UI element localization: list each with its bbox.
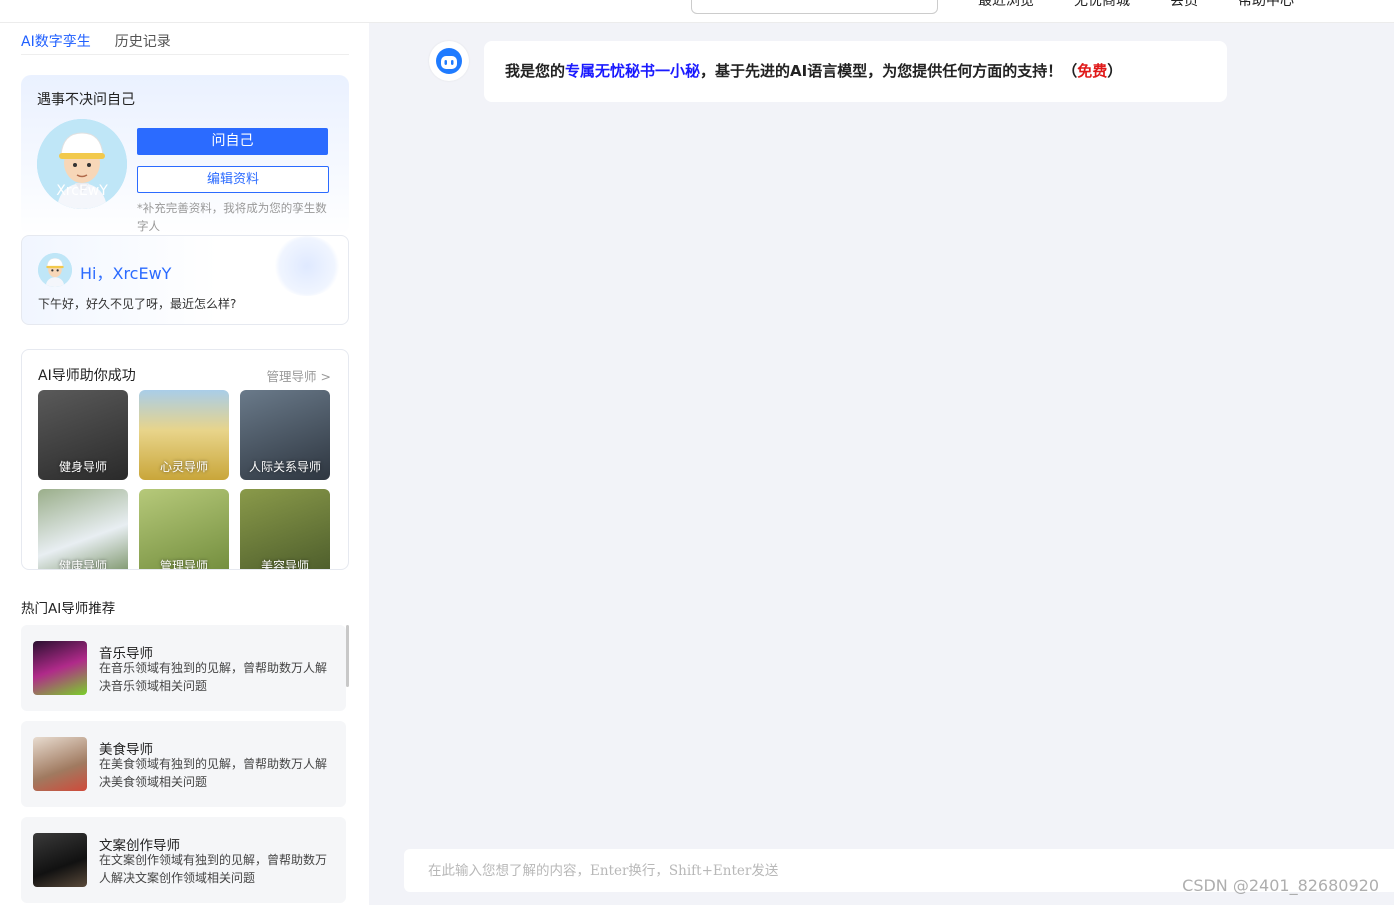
message-free-badge: 免费	[1077, 62, 1108, 80]
sidebar: AI数字孪生 历史记录 遇事不决问自己 XrcEwY 问自己 编辑资料 *补充完…	[0, 23, 369, 905]
profile-hint: *补充完善资料，我将成为您的孪生数字人	[137, 201, 327, 233]
mentor-card-health[interactable]: 健康导师	[38, 489, 128, 570]
avatar-cartoon-icon	[38, 253, 72, 287]
mentor-label: 人际关系导师	[248, 460, 321, 474]
hot-mentor-item-food[interactable]: 美食导师 在美食领域有独到的见解，曾帮助数万人解决美食领域相关问题	[21, 721, 346, 807]
mentor-card-manage[interactable]: 管理导师	[139, 489, 229, 570]
mentor-card-fitness[interactable]: 健身导师	[38, 390, 128, 480]
greeting-message: 下午好，好久不见了呀，最近怎么样?	[38, 297, 237, 311]
sidebar-tabs: AI数字孪生 历史记录	[21, 31, 349, 55]
top-nav-item-recent[interactable]: 最近浏览	[978, 0, 1034, 10]
greeting-card: Hi，XrcEwY 下午好，好久不见了呀，最近怎么样?	[21, 235, 349, 325]
tab-history[interactable]: 历史记录	[115, 31, 171, 54]
hot-mentor-item-music[interactable]: 音乐导师 在音乐领域有独到的见解，曾帮助数万人解决音乐领域相关问题	[21, 625, 346, 711]
message-paren: ）	[1107, 62, 1123, 80]
mentor-label: 健康导师	[58, 559, 107, 570]
mentor-music-photo	[33, 641, 87, 695]
bot-message-bubble: 我是您的专属无忧秘书一小秘，基于先进的AI语言模型，为您提供任何方面的支持！（免…	[484, 41, 1227, 102]
mentor-food-photo	[33, 737, 87, 791]
mentor-card-spirit[interactable]: 心灵导师	[139, 390, 229, 480]
mentors-title: AI导师助你成功	[38, 368, 136, 384]
decoration-bubble-icon	[272, 236, 342, 296]
mentor-label: 美容导师	[260, 559, 309, 570]
top-nav-item-vip[interactable]: 会员	[1170, 0, 1198, 10]
tab-digital-twin[interactable]: AI数字孪生	[21, 31, 91, 54]
mentor-grid: 健身导师 心灵导师 人际关系导师 健康导师 管理导师 美容导师	[38, 390, 330, 570]
hot-list-scrollbar[interactable]	[346, 625, 349, 687]
mentor-card-relations[interactable]: 人际关系导师	[240, 390, 330, 480]
top-nav-item-help[interactable]: 帮助中心	[1238, 0, 1294, 10]
top-search-input[interactable]	[691, 0, 938, 14]
mentor-label: 管理导师	[159, 559, 208, 570]
avatar-name: XrcEwY	[56, 183, 108, 199]
message-text: 我是您的	[505, 62, 566, 80]
greeting-hi: Hi，XrcEwY	[80, 264, 172, 283]
ask-self-button[interactable]: 问自己	[137, 128, 328, 155]
mentors-panel: AI导师助你成功 管理导师 > 健身导师 心灵导师 人际关系导师 健康导师 管理…	[21, 349, 349, 570]
mentor-label: 心灵导师	[159, 460, 208, 474]
hot-mentor-desc: 在文案创作领域有独到的见解，曾帮助数万人解决文案创作领域相关问题	[99, 853, 328, 885]
manage-mentors-link[interactable]: 管理导师 >	[267, 366, 331, 385]
top-bar: 最近浏览 无忧商城 会员 帮助中心	[0, 0, 1394, 23]
robot-icon	[436, 48, 462, 74]
profile-title: 遇事不决问自己	[37, 92, 135, 108]
hot-mentor-desc: 在音乐领域有独到的见解，曾帮助数万人解决音乐领域相关问题	[99, 661, 328, 693]
mentor-copywriting-photo	[33, 833, 87, 887]
message-highlight: 专属无忧秘书一小秘	[565, 62, 701, 80]
watermark: CSDN @2401_82680920	[1182, 876, 1379, 895]
message-paren: （	[1062, 62, 1078, 80]
hot-mentor-item-copywriting[interactable]: 文案创作导师 在文案创作领域有独到的见解，曾帮助数万人解决文案创作领域相关问题	[21, 817, 346, 903]
top-nav: 最近浏览 无忧商城 会员 帮助中心	[978, 0, 1294, 10]
bot-avatar	[429, 41, 469, 81]
hot-mentors-title: 热门AI导师推荐	[21, 601, 116, 617]
hot-mentor-desc: 在美食领域有独到的见解，曾帮助数万人解决美食领域相关问题	[99, 757, 328, 789]
message-text: ，基于先进的AI语言模型，为您提供任何方面的支持！	[700, 62, 1063, 80]
mentor-card-beauty[interactable]: 美容导师	[240, 489, 330, 570]
edit-profile-button[interactable]: 编辑资料	[137, 166, 329, 193]
avatar	[38, 253, 72, 287]
top-nav-item-mall[interactable]: 无忧商城	[1074, 0, 1130, 10]
mentor-label: 健身导师	[58, 460, 107, 474]
avatar: XrcEwY	[37, 119, 127, 209]
profile-card: 遇事不决问自己 XrcEwY 问自己 编辑资料 *补充完善资料，我将成为您的孪生…	[21, 75, 349, 235]
